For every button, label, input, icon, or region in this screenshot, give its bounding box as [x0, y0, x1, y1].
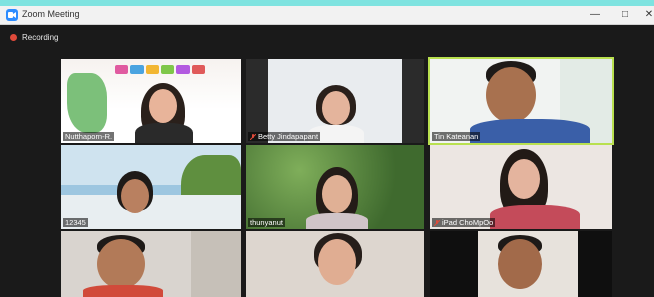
video-tile-8[interactable]: [246, 231, 424, 297]
video-tile-7[interactable]: [61, 231, 241, 297]
slide-map: [67, 73, 107, 133]
maximize-icon[interactable]: □: [618, 8, 632, 22]
participant-name-label: Nutthaporn-R.: [63, 132, 115, 141]
muted-mic-icon: [434, 219, 440, 226]
window-title: Zoom Meeting: [22, 9, 80, 19]
video-tile-2[interactable]: Betty Jindapapant: [246, 59, 424, 143]
recording-dot-icon: [10, 33, 17, 41]
participant-face: [318, 239, 356, 285]
video-tile-6[interactable]: iPad ChoMpOo: [430, 145, 612, 229]
participant-face: [508, 159, 540, 199]
minimize-icon[interactable]: —: [588, 8, 602, 22]
recording-indicator[interactable]: Recording: [10, 31, 58, 43]
video-tile-1[interactable]: Nutthaporn-R.: [61, 59, 241, 143]
participant-face: [322, 175, 352, 213]
participant-name-label: thunyanut: [248, 218, 285, 227]
video-tile-9[interactable]: [430, 231, 612, 297]
participant-name-label: iPad ChoMpOo: [432, 218, 496, 227]
participant-face: [149, 89, 177, 123]
zoom-app-icon: [6, 9, 18, 21]
participant-name-label: Betty Jindapapant: [248, 132, 321, 141]
video-tile-3-active-speaker[interactable]: Tin Kateanan: [428, 57, 614, 145]
participant-face: [486, 67, 536, 123]
meeting-area: Recording Nutthaporn-R. Betty Jindapapan…: [0, 25, 654, 297]
muted-mic-icon: [250, 133, 256, 140]
participant-face: [322, 91, 350, 125]
participant-name-label: 12345: [63, 218, 88, 227]
title-bar: Zoom Meeting — □ ✕: [0, 6, 654, 25]
slide-banner: [115, 65, 205, 74]
close-icon[interactable]: ✕: [642, 8, 654, 22]
participant-name-label: Tin Kateanan: [432, 132, 481, 141]
recording-label: Recording: [22, 32, 59, 42]
participant-face: [121, 179, 149, 213]
participant-face: [498, 239, 542, 289]
video-tile-5[interactable]: thunyanut: [246, 145, 424, 229]
participant-face: [97, 239, 145, 289]
video-tile-4[interactable]: 12345: [61, 145, 241, 229]
